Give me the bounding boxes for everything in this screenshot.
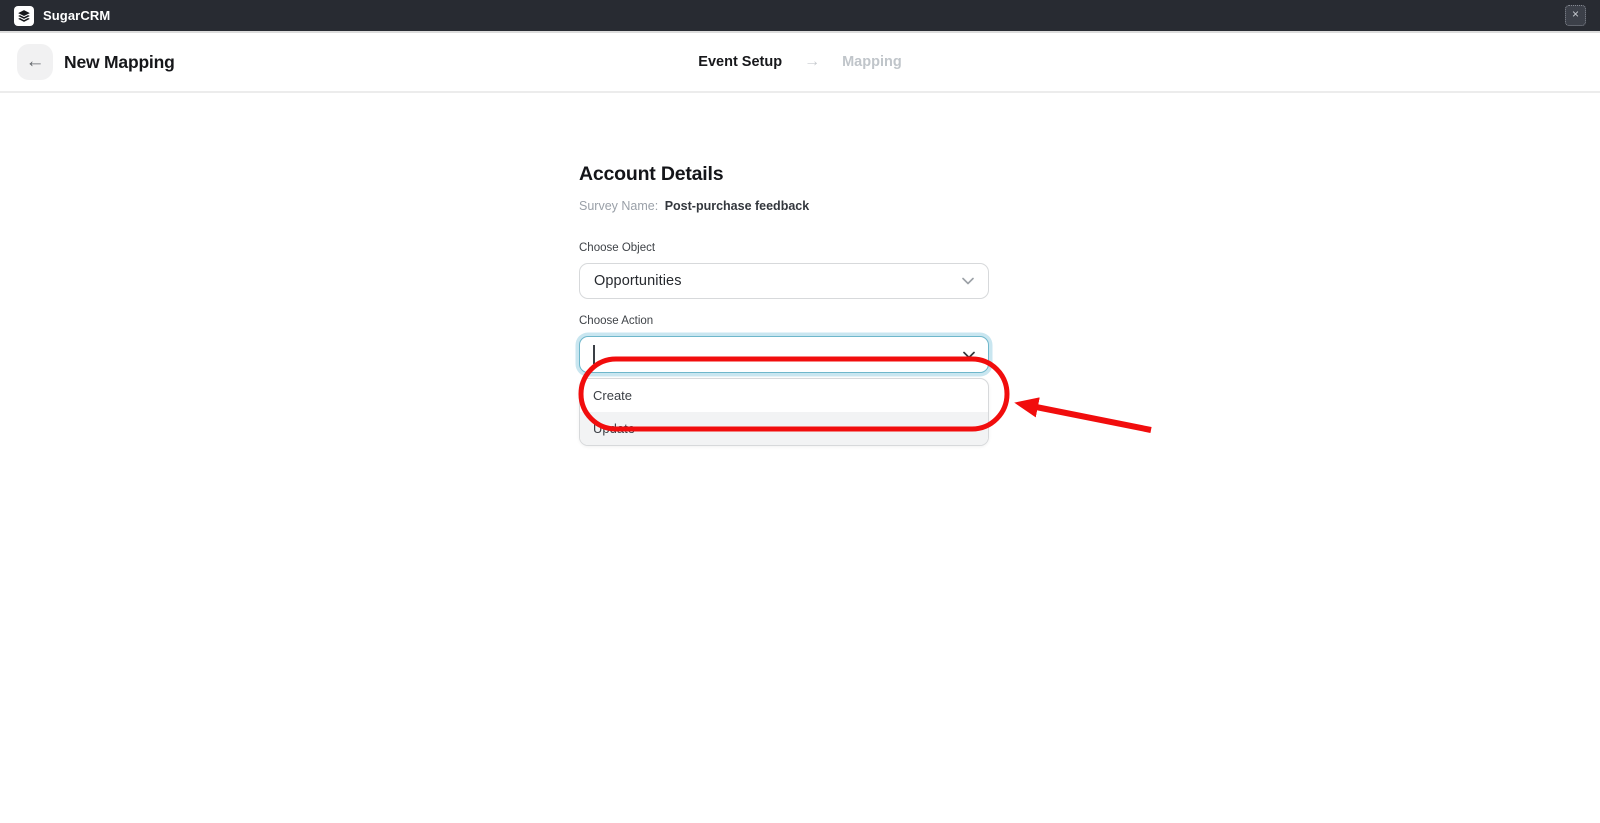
page-header: ← New Mapping Event Setup → Mapping <box>0 33 1600 93</box>
step-mapping: Mapping <box>842 54 902 70</box>
object-select[interactable]: Opportunities <box>579 263 989 299</box>
step-event-setup[interactable]: Event Setup <box>698 54 782 70</box>
arrow-right-icon: → <box>804 53 820 71</box>
section-title: Account Details <box>579 163 989 186</box>
chevron-down-icon <box>963 351 975 359</box>
main-content: Account Details Survey Name: Post-purcha… <box>0 93 1600 819</box>
survey-name-value: Post-purchase feedback <box>665 199 810 213</box>
action-field-label: Choose Action <box>579 315 989 327</box>
action-dropdown: Create Update <box>579 378 989 446</box>
survey-name-line: Survey Name: Post-purchase feedback <box>579 199 989 213</box>
text-cursor <box>593 345 595 364</box>
object-field-group: Choose Object Opportunities <box>579 242 989 299</box>
stepper: Event Setup → Mapping <box>698 53 901 71</box>
object-select-value: Opportunities <box>594 273 682 289</box>
action-field-group: Choose Action Create Update <box>579 315 989 446</box>
option-update[interactable]: Update <box>580 412 988 445</box>
layers-icon <box>17 9 31 23</box>
chevron-down-icon <box>962 277 974 285</box>
back-arrow-icon: ← <box>26 51 45 73</box>
close-icon: × <box>1572 7 1579 21</box>
top-bar: SugarCRM × <box>0 0 1600 33</box>
option-create[interactable]: Create <box>580 379 988 412</box>
action-select[interactable] <box>579 336 989 373</box>
survey-name-label: Survey Name: <box>579 199 658 213</box>
object-field-label: Choose Object <box>579 242 989 254</box>
mapping-form: Account Details Survey Name: Post-purcha… <box>579 163 989 446</box>
page-title: New Mapping <box>64 52 175 73</box>
app-name: SugarCRM <box>43 8 110 23</box>
close-button[interactable]: × <box>1565 5 1586 26</box>
back-button[interactable]: ← <box>17 44 53 80</box>
sugarcrm-logo <box>14 6 34 26</box>
